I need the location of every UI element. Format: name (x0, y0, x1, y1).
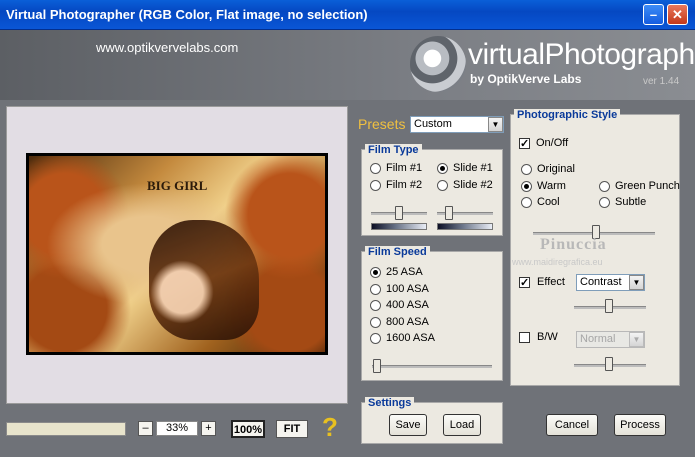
help-icon[interactable]: ? (322, 412, 338, 443)
close-button[interactable]: ✕ (667, 4, 688, 25)
radio-green-punch[interactable] (599, 181, 610, 192)
radio-film-2-label: Film #2 (386, 179, 423, 191)
bw-slider-thumb (605, 357, 613, 371)
radio-1600-asa-label: 1600 ASA (386, 332, 435, 344)
presets-selected: Custom (414, 118, 452, 130)
website-link[interactable]: www.optikvervelabs.com (96, 40, 238, 55)
film-speed-title: Film Speed (365, 246, 430, 258)
radio-25-asa[interactable] (370, 267, 381, 278)
film-tone-gradient (371, 223, 427, 230)
load-button[interactable]: Load (443, 414, 481, 436)
zoom-level: 33% (156, 421, 198, 436)
effect-slider-thumb[interactable] (605, 299, 613, 313)
film-grain-slider-thumb[interactable] (445, 206, 453, 220)
radio-slide-1-label: Slide #1 (453, 162, 493, 174)
bw-checkbox[interactable] (519, 332, 530, 343)
save-button[interactable]: Save (389, 414, 427, 436)
radio-100-asa-label: 100 ASA (386, 283, 429, 295)
chevron-down-icon: ▼ (629, 332, 644, 347)
radio-green-punch-label: Green Punch (615, 180, 680, 192)
film-speed-slider-track[interactable] (372, 365, 492, 368)
settings-title: Settings (365, 397, 415, 409)
version-label: ver 1.44 (643, 76, 680, 87)
effect-label: Effect (537, 276, 565, 288)
effect-checkbox[interactable]: ✓ (519, 277, 530, 289)
radio-original[interactable] (521, 164, 532, 175)
presets-label: Presets (358, 116, 406, 132)
film-type-title: Film Type (365, 144, 422, 156)
brand-logo-text: virtualPhotographer (468, 38, 695, 71)
radio-subtle-label: Subtle (615, 196, 647, 208)
radio-warm-label: Warm (537, 180, 566, 192)
radio-25-asa-label: 25 ASA (386, 266, 423, 278)
radio-film-1[interactable] (370, 163, 381, 174)
watermark-text: Pinuccia (540, 236, 607, 253)
film-speed-group (361, 251, 503, 381)
radio-800-asa[interactable] (370, 317, 381, 328)
radio-400-asa[interactable] (370, 300, 381, 311)
radio-1600-asa[interactable] (370, 333, 381, 344)
radio-cool[interactable] (521, 197, 532, 208)
preview-image-caption: BIG GIRL (147, 178, 208, 193)
radio-original-label: Original (537, 163, 575, 175)
preview-image[interactable]: BIG GIRL (26, 153, 328, 355)
radio-slide-2-label: Slide #2 (453, 179, 493, 191)
onoff-checkbox[interactable]: ✓ (519, 138, 530, 150)
radio-cool-label: Cool (537, 196, 560, 208)
process-button[interactable]: Process (614, 414, 666, 436)
radio-warm[interactable] (521, 181, 532, 192)
radio-800-asa-label: 800 ASA (386, 316, 429, 328)
chevron-down-icon[interactable]: ▼ (488, 117, 503, 132)
chevron-down-icon[interactable]: ▼ (629, 275, 644, 290)
preview-image-figure (149, 220, 259, 340)
minimize-button[interactable]: – (643, 4, 664, 25)
radio-film-2[interactable] (370, 180, 381, 191)
film-speed-slider-thumb[interactable] (373, 359, 381, 373)
zoom-in-button[interactable]: + (201, 421, 216, 436)
actual-size-button[interactable]: 100% (231, 420, 265, 438)
logo-icon (410, 36, 466, 92)
progress-bar (6, 422, 126, 436)
radio-100-asa[interactable] (370, 284, 381, 295)
effect-selected: Contrast (580, 276, 622, 288)
cancel-button[interactable]: Cancel (546, 414, 598, 436)
bw-label: B/W (537, 331, 558, 343)
radio-slide-1[interactable] (437, 163, 448, 174)
window-title: Virtual Photographer (RGB Color, Flat im… (6, 7, 368, 22)
brand-byline: by OptikVerve Labs (470, 72, 582, 86)
bw-selected: Normal (580, 333, 616, 345)
watermark-url: www.maidiregrafica.eu (512, 257, 603, 267)
onoff-label: On/Off (536, 137, 569, 149)
radio-subtle[interactable] (599, 197, 610, 208)
photographic-style-title: Photographic Style (514, 109, 621, 121)
zoom-out-button[interactable]: – (138, 421, 153, 436)
film-contrast-slider-thumb[interactable] (395, 206, 403, 220)
radio-film-1-label: Film #1 (386, 162, 423, 174)
radio-slide-2[interactable] (437, 180, 448, 191)
fit-button[interactable]: FIT (276, 420, 308, 438)
radio-400-asa-label: 400 ASA (386, 299, 429, 311)
film-tone-gradient-2 (437, 223, 493, 230)
